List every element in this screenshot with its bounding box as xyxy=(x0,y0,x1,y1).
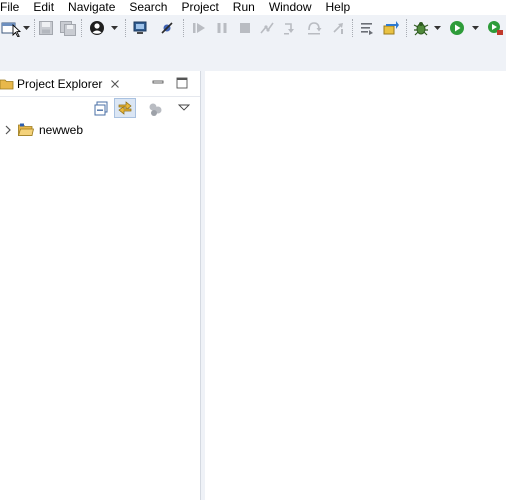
tab-label: Project Explorer xyxy=(17,76,103,91)
link-with-editor-icon xyxy=(118,101,132,115)
tree-item-label: newweb xyxy=(39,123,84,137)
close-icon[interactable] xyxy=(110,79,120,89)
toolbar-separator xyxy=(183,19,185,37)
menu-bar: File Edit Navigate Search Project Run Wi… xyxy=(0,0,506,15)
person-icon xyxy=(90,21,104,35)
chevron-down-icon xyxy=(472,26,479,30)
monitor-button[interactable] xyxy=(131,19,149,37)
step-return-icon xyxy=(333,23,343,34)
link-with-editor-button[interactable] xyxy=(114,98,136,118)
suspend-button[interactable] xyxy=(213,19,231,37)
step-into-button[interactable] xyxy=(281,19,299,37)
menu-window[interactable]: Window xyxy=(262,0,319,15)
coverage-button[interactable] xyxy=(486,19,506,37)
run-button[interactable] xyxy=(448,19,466,37)
monitor-icon xyxy=(133,21,147,34)
maximize-button[interactable] xyxy=(176,77,188,92)
view-menu-button[interactable] xyxy=(177,102,191,116)
skip-breakpoints-button[interactable] xyxy=(158,19,176,37)
editor-area xyxy=(205,71,506,500)
resume-button[interactable] xyxy=(190,19,208,37)
menu-navigate[interactable]: Navigate xyxy=(61,0,122,15)
disconnect-icon xyxy=(260,22,274,34)
open-task-icon xyxy=(383,21,399,35)
project-folder-icon xyxy=(18,123,34,136)
view-toolbar xyxy=(0,97,200,121)
terminate-button[interactable] xyxy=(236,19,254,37)
save-button[interactable] xyxy=(37,19,55,37)
toolbar-separator xyxy=(352,19,354,37)
step-filters-button[interactable] xyxy=(358,19,376,37)
terminate-icon xyxy=(240,23,250,33)
chevron-right-icon[interactable] xyxy=(3,124,13,136)
maximize-icon xyxy=(176,77,188,89)
collapse-all-button[interactable] xyxy=(94,101,110,120)
menu-file[interactable]: File xyxy=(0,0,26,15)
menu-search[interactable]: Search xyxy=(122,0,174,15)
debug-dropdown[interactable] xyxy=(433,19,443,37)
chevron-down-icon xyxy=(111,26,118,30)
chevron-down-icon xyxy=(23,26,30,30)
run-icon xyxy=(450,21,464,35)
filters-button[interactable] xyxy=(148,101,164,120)
filter-icon xyxy=(149,103,162,116)
chevron-down-icon xyxy=(177,104,191,111)
debug-icon xyxy=(413,22,429,36)
new-icon xyxy=(1,22,21,37)
save-all-button[interactable] xyxy=(58,19,78,37)
tree-item[interactable]: newweb xyxy=(0,120,200,140)
perspective-dropdown[interactable] xyxy=(110,19,120,37)
menu-help[interactable]: Help xyxy=(319,0,358,15)
step-return-button[interactable] xyxy=(329,19,347,37)
toolbar-separator xyxy=(81,19,83,37)
toolbar-separator xyxy=(34,19,36,37)
disconnect-button[interactable] xyxy=(258,19,276,37)
menu-project[interactable]: Project xyxy=(174,0,225,15)
menu-edit[interactable]: Edit xyxy=(26,0,61,15)
folder-icon xyxy=(0,79,14,89)
coverage-icon xyxy=(488,21,503,35)
collapse-all-icon xyxy=(94,101,108,116)
step-over-icon xyxy=(308,22,322,35)
minimize-icon xyxy=(152,80,164,84)
save-icon xyxy=(39,21,53,35)
debug-button[interactable] xyxy=(411,19,431,37)
run-dropdown[interactable] xyxy=(471,19,481,37)
toolbar-strip xyxy=(0,41,506,71)
open-task-button[interactable] xyxy=(381,19,401,37)
resume-icon xyxy=(193,23,205,33)
skip-breakpoints-icon xyxy=(161,22,173,34)
view-header: Project Explorer xyxy=(0,71,200,97)
toolbar-separator xyxy=(406,19,408,37)
project-explorer-view: Project Explorer newweb xyxy=(0,71,201,500)
menu-run[interactable]: Run xyxy=(226,0,262,15)
toolbar-separator xyxy=(125,19,127,37)
save-all-icon xyxy=(60,21,76,36)
step-into-icon xyxy=(284,23,294,35)
use-step-filters-icon xyxy=(361,23,373,35)
suspend-icon xyxy=(217,23,227,33)
new-button[interactable] xyxy=(0,19,22,37)
step-over-button[interactable] xyxy=(305,19,323,37)
chevron-down-icon xyxy=(434,26,441,30)
main-toolbar xyxy=(0,15,506,41)
tab-project-explorer[interactable]: Project Explorer xyxy=(0,71,126,96)
minimize-button[interactable] xyxy=(152,77,164,92)
new-dropdown[interactable] xyxy=(22,19,32,37)
perspective-button[interactable] xyxy=(88,19,106,37)
